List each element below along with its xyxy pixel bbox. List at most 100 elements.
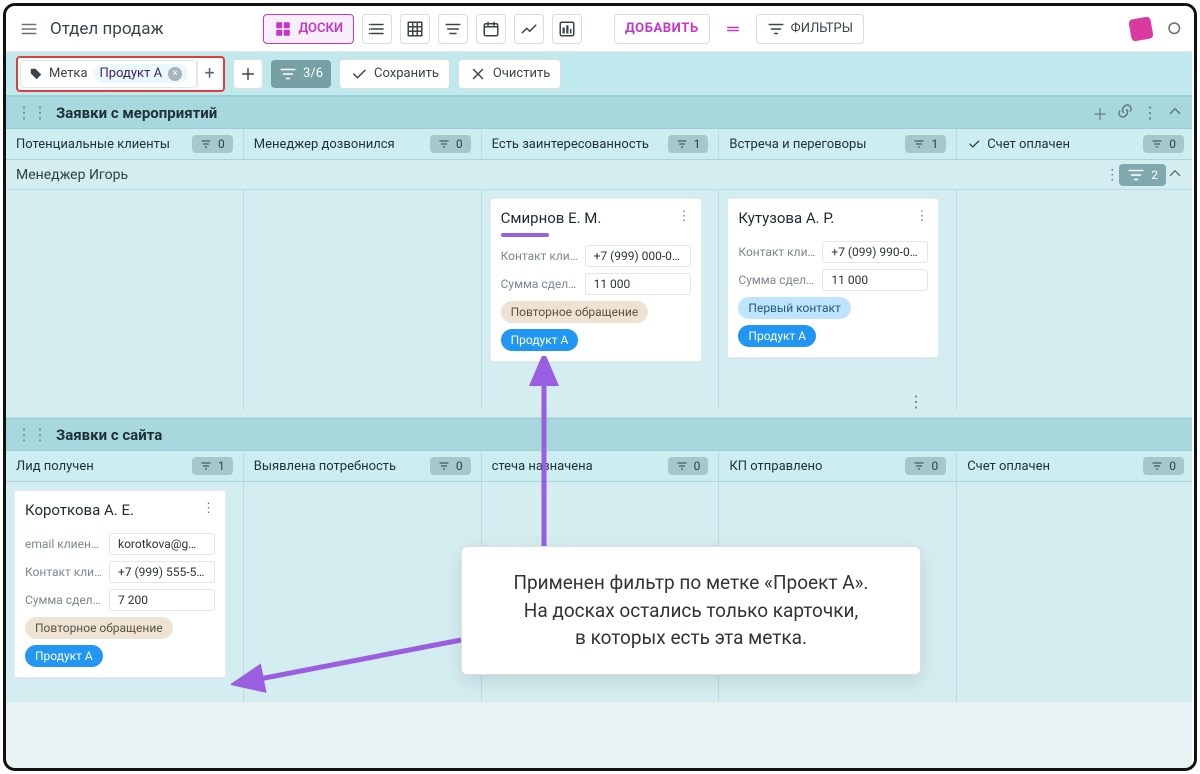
column-header[interactable]: Лид получен 1 xyxy=(6,451,244,481)
clear-filter-label: Очистить xyxy=(493,66,550,81)
card-chip[interactable]: Первый контакт xyxy=(738,297,850,319)
field-value[interactable]: 11 000 xyxy=(585,273,691,295)
search-icon[interactable] xyxy=(1162,16,1188,42)
drag-icon[interactable]: ⋮⋮ xyxy=(16,425,48,444)
field-value[interactable]: +7 (099) 990-00-00 xyxy=(822,241,928,263)
kanban-cell[interactable] xyxy=(957,482,1194,702)
columns-header-1: Потенциальные клиенты 0 Менеджер дозвони… xyxy=(6,129,1194,160)
section-header-2: ⋮⋮ Заявки с сайта xyxy=(6,418,1194,451)
column-header[interactable]: КП отправлено 0 xyxy=(719,451,957,481)
field-value[interactable]: +7 (999) 555-55-55 xyxy=(109,561,215,583)
card-more-icon[interactable]: ⋮ xyxy=(202,501,215,516)
chart-button[interactable] xyxy=(514,14,544,44)
column-header[interactable]: Менеджер дозвонился 0 xyxy=(244,129,482,159)
boards-view-button[interactable]: ДОСКИ xyxy=(263,14,354,44)
dashboard-button[interactable] xyxy=(552,14,582,44)
save-filter-button[interactable]: Сохранить xyxy=(339,59,450,89)
column-header[interactable]: Встреча и переговоры 1 xyxy=(719,129,957,159)
field-value[interactable]: 7 200 xyxy=(109,589,215,611)
card-more-icon[interactable]: ⋮ xyxy=(678,209,691,224)
filter-value-chip[interactable]: Продукт А × xyxy=(94,64,189,83)
kanban-cell[interactable] xyxy=(957,190,1194,410)
kanban-card[interactable]: Кутузова А. Р.⋮ Контакт клиен…+7 (099) 9… xyxy=(727,198,939,358)
field-value[interactable]: korotkova@gmail.co… xyxy=(109,533,215,555)
column-label: Выявлена потребность xyxy=(254,459,396,474)
column-label: Лид получен xyxy=(16,459,94,474)
kanban-card[interactable]: Смирнов Е. М.⋮ Контакт клиен…+7 (999) 00… xyxy=(490,198,702,362)
field-label: Сумма сделки: xyxy=(738,273,816,287)
section-collapse-icon[interactable] xyxy=(1166,102,1184,124)
kanban-row-1: Смирнов Е. М.⋮ Контакт клиен…+7 (999) 00… xyxy=(6,190,1194,410)
kanban-card[interactable]: Короткова А. Е.⋮ email клиента:korotkova… xyxy=(14,490,226,678)
column-header[interactable]: Счет оплачен 0 xyxy=(957,129,1194,159)
column-label: КП отправлено xyxy=(729,459,822,474)
column-count: 1 xyxy=(905,135,946,153)
annotation-callout: Применен фильтр по метке «Проект А». На … xyxy=(461,546,921,675)
filters-button-label: ФИЛЬТРЫ xyxy=(791,21,853,36)
column-header[interactable]: Потенциальные клиенты 0 xyxy=(6,129,244,159)
visible-columns-label: 3/6 xyxy=(303,66,323,81)
kanban-cell[interactable]: Короткова А. Е.⋮ email клиента:korotkova… xyxy=(6,482,244,702)
column-count: 0 xyxy=(192,135,233,153)
help-icon[interactable] xyxy=(1128,16,1154,42)
group-more-icon[interactable]: ⋮ xyxy=(1105,167,1119,183)
section-link-icon[interactable] xyxy=(1116,102,1134,124)
card-more-icon[interactable]: ⋮ xyxy=(915,209,928,224)
field-value[interactable]: 11 000 xyxy=(822,269,928,291)
card-chip[interactable]: Продукт А xyxy=(501,329,579,351)
add-button[interactable]: ДОБАВИТЬ xyxy=(614,14,710,44)
callout-line: в которых есть эта метка. xyxy=(488,624,894,652)
field-label: Контакт клиен… xyxy=(738,245,816,259)
add-button-label: ДОБАВИТЬ xyxy=(625,21,699,36)
card-field: Контакт клиен… +7 (099) 990-00-00 xyxy=(738,241,928,263)
column-header[interactable]: стеча назначена 0 xyxy=(482,451,720,481)
field-value[interactable]: +7 (999) 000-00-00 xyxy=(585,245,691,267)
card-chip[interactable]: Повторное обращение xyxy=(25,617,173,639)
column-label: Встреча и переговоры xyxy=(729,137,866,152)
remove-filter-value-icon[interactable]: × xyxy=(168,67,182,81)
callout-line: Применен фильтр по метке «Проект А». xyxy=(488,569,894,597)
kanban-cell[interactable] xyxy=(6,190,244,410)
callout-line: На досках остались только карточки, xyxy=(488,597,894,625)
filter-tag[interactable]: Метка Продукт А × xyxy=(20,60,197,88)
kanban-cell[interactable]: Смирнов Е. М.⋮ Контакт клиен…+7 (999) 00… xyxy=(482,190,720,410)
section-add-icon[interactable]: ＋ xyxy=(1092,101,1108,125)
card-chip[interactable]: Повторное обращение xyxy=(501,301,649,323)
filter-name-label: Метка xyxy=(49,66,88,81)
kanban-cell[interactable] xyxy=(244,482,482,702)
sort-button[interactable] xyxy=(438,14,468,44)
kanban-cell[interactable]: Кутузова А. Р.⋮ Контакт клиен…+7 (099) 9… xyxy=(719,190,957,410)
group-count: 2 xyxy=(1119,164,1166,186)
column-label: Менеджер дозвонился xyxy=(254,137,395,152)
card-field: email клиента:korotkova@gmail.co… xyxy=(25,533,215,555)
add-filter-value-button[interactable]: + xyxy=(197,60,221,88)
filter-value-text: Продукт А xyxy=(100,66,163,81)
cell-more-icon[interactable]: ⋮ xyxy=(908,392,924,411)
filters-button[interactable]: ФИЛЬТРЫ xyxy=(756,14,864,44)
column-header[interactable]: Есть заинтересованность 1 xyxy=(482,129,720,159)
card-chip[interactable]: Продукт А xyxy=(738,325,816,347)
card-field: Контакт клиен… +7 (999) 000-00-00 xyxy=(501,245,691,267)
clear-filter-button[interactable]: Очистить xyxy=(458,59,561,89)
column-label: стеча назначена xyxy=(492,459,593,474)
column-header[interactable]: Счет оплачен 0 xyxy=(957,451,1194,481)
grid-view-button[interactable] xyxy=(400,14,430,44)
column-count: 0 xyxy=(668,457,709,475)
field-label: Контакт клиен… xyxy=(501,249,579,263)
menu-icon[interactable] xyxy=(16,16,42,42)
add-options-button[interactable] xyxy=(718,14,748,44)
visible-columns-indicator[interactable]: 3/6 xyxy=(271,60,331,88)
section-more-icon[interactable]: ⋮ xyxy=(1142,103,1158,122)
column-label: Счет оплачен xyxy=(967,459,1050,474)
add-filter-button[interactable] xyxy=(233,59,263,89)
columns-header-2: Лид получен 1 Выявлена потребность 0 сте… xyxy=(6,451,1194,482)
column-header[interactable]: Выявлена потребность 0 xyxy=(244,451,482,481)
calendar-button[interactable] xyxy=(476,14,506,44)
group-collapse-icon[interactable] xyxy=(1166,164,1184,186)
drag-icon[interactable]: ⋮⋮ xyxy=(16,103,48,122)
card-chip[interactable]: Продукт А xyxy=(25,645,103,667)
column-count: 1 xyxy=(668,135,709,153)
kanban-cell[interactable] xyxy=(244,190,482,410)
save-filter-label: Сохранить xyxy=(374,66,439,81)
list-view-button[interactable] xyxy=(362,14,392,44)
